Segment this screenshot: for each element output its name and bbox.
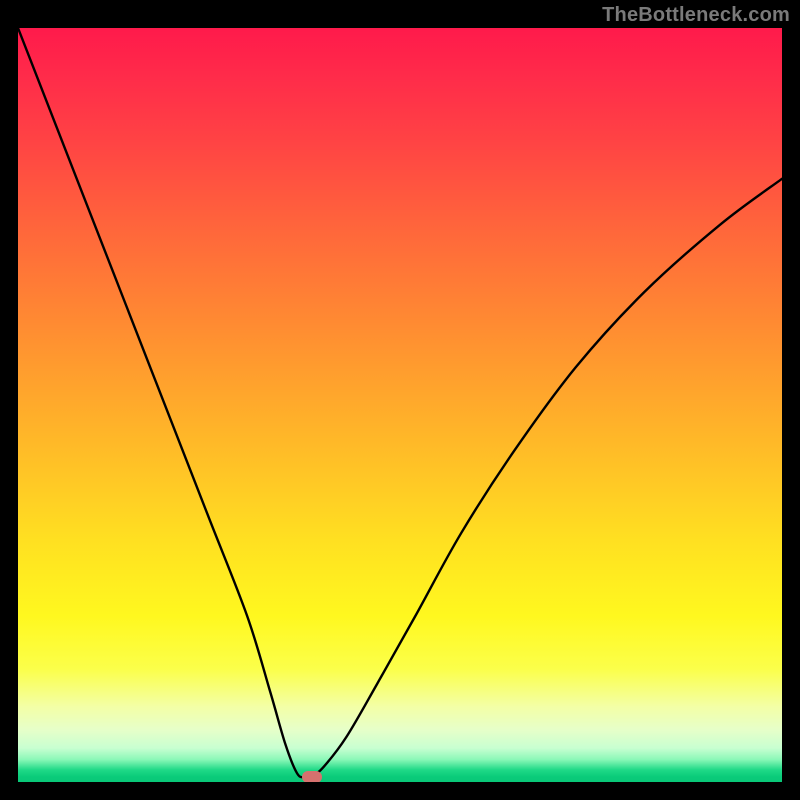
bottleneck-curve xyxy=(18,28,782,782)
watermark-text: TheBottleneck.com xyxy=(602,4,790,27)
plot-area xyxy=(18,28,782,782)
chart-frame: TheBottleneck.com xyxy=(0,0,800,800)
curve-minimum-marker xyxy=(302,771,322,782)
